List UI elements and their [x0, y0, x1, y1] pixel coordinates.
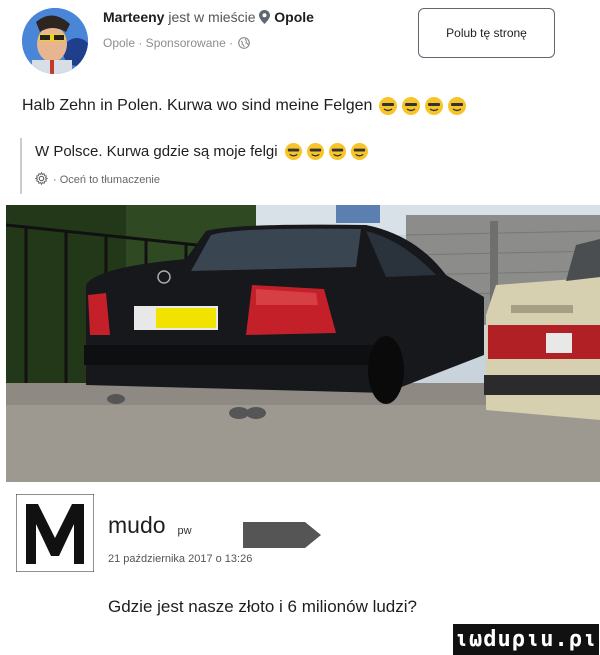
post-text-content: Halb Zehn in Polen. Kurwa wo sind meine …: [22, 97, 373, 114]
comment-author: mudo pw: [108, 512, 192, 539]
author-name[interactable]: Marteeny: [103, 9, 164, 25]
like-page-button[interactable]: Polub tę stronę: [418, 8, 555, 58]
checkin-city[interactable]: Opole: [274, 9, 314, 25]
emoji-icon: [328, 142, 346, 161]
emoji-icon: [425, 97, 444, 115]
globe-icon: [238, 37, 251, 52]
emoji-icon: [284, 142, 302, 161]
emoji-row: [378, 96, 467, 116]
translation-divider: [20, 138, 22, 194]
arrow-badge-icon: [243, 522, 321, 548]
emoji-icon: [402, 97, 421, 115]
post-photo[interactable]: [6, 205, 600, 482]
translation-content: W Polsce. Kurwa gdzie są moje felgi: [35, 143, 278, 160]
comment-date: 21 października 2017 o 13:26: [108, 553, 253, 565]
comment-author-badge: pw: [177, 525, 192, 537]
post-header: Marteeny jest w mieście Opole: [103, 9, 314, 27]
checkin-verb: jest w mieście: [168, 9, 256, 25]
emoji-icon: [448, 97, 467, 115]
emoji-icon: [306, 142, 324, 161]
translation-text: W Polsce. Kurwa gdzie są moje felgi: [35, 142, 369, 161]
post-meta-text: Opole · Sponsorowane ·: [103, 36, 234, 50]
post-meta: Opole · Sponsorowane ·: [103, 36, 251, 52]
rate-translation-link[interactable]: · Oceń to tłumaczenie: [53, 174, 160, 186]
author-avatar[interactable]: [22, 8, 88, 74]
location-pin-icon: [259, 10, 271, 27]
site-watermark: ιωduριu.ρι: [453, 624, 599, 655]
comment-text: Gdzie jest nasze złoto i 6 milionów ludz…: [108, 597, 417, 616]
emoji-icon: [350, 142, 368, 161]
translation-meta: · Oceń to tłumaczenie: [34, 171, 160, 188]
emoji-row: [284, 142, 369, 161]
post-text: Halb Zehn in Polen. Kurwa wo sind meine …: [22, 96, 467, 116]
comment-author-name[interactable]: mudo: [108, 512, 166, 539]
m-logo-icon[interactable]: [15, 493, 95, 573]
emoji-icon: [379, 97, 398, 115]
gear-icon[interactable]: [34, 171, 49, 188]
